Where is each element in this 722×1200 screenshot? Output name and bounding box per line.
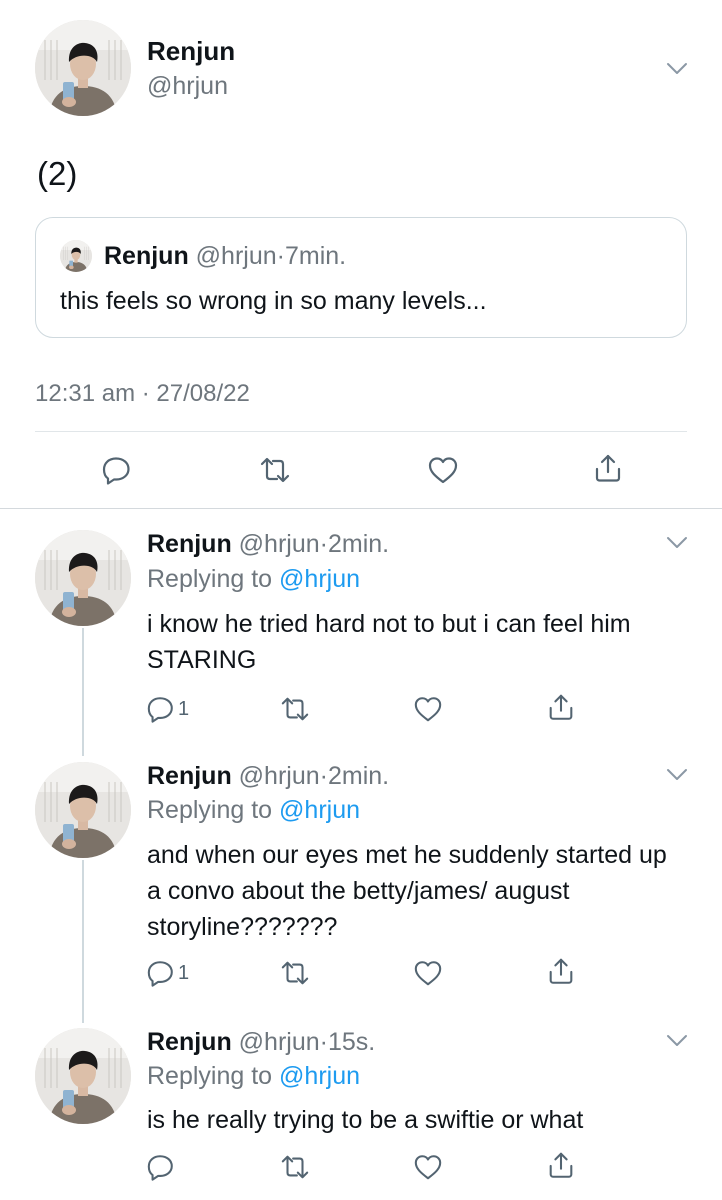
reply-icon bbox=[146, 1152, 176, 1182]
replying-to: Replying to @hrjun bbox=[147, 565, 360, 594]
replying-to: Replying to @hrjun bbox=[147, 796, 360, 825]
divider bbox=[0, 508, 722, 509]
mention-link[interactable]: @hrjun bbox=[279, 1062, 360, 1090]
like-icon bbox=[413, 958, 443, 988]
quoted-tweet[interactable]: Renjun @hrjun·7min. this feels so wrong … bbox=[35, 217, 687, 338]
reply-count: 1 bbox=[178, 961, 190, 984]
avatar[interactable] bbox=[35, 762, 131, 858]
tweet-header: Renjun @hrjun·2min. bbox=[147, 530, 389, 559]
like-icon bbox=[427, 454, 459, 486]
display-name[interactable]: Renjun bbox=[147, 36, 235, 67]
separator: · bbox=[319, 762, 328, 790]
like-button[interactable] bbox=[427, 454, 459, 486]
reply-icon bbox=[146, 958, 176, 988]
retweet-icon bbox=[280, 1152, 310, 1182]
quoted-tweet-text: this feels so wrong in so many levels... bbox=[60, 287, 487, 315]
tweet-time: 2min. bbox=[327, 762, 390, 790]
display-name[interactable]: Renjun bbox=[147, 1028, 232, 1056]
replying-to-label: Replying to bbox=[147, 565, 273, 593]
display-name[interactable]: Renjun bbox=[147, 530, 232, 558]
reply-button[interactable]: 1 bbox=[146, 958, 189, 988]
like-button[interactable] bbox=[413, 958, 443, 988]
retweet-icon bbox=[259, 454, 291, 486]
share-icon bbox=[592, 452, 624, 484]
display-name: Renjun bbox=[104, 242, 189, 270]
action-bar bbox=[0, 448, 722, 492]
tweet-text: i know he tried hard not to but i can fe… bbox=[147, 610, 631, 674]
retweet-button[interactable] bbox=[280, 694, 310, 724]
avatar[interactable] bbox=[35, 530, 131, 626]
thread-line bbox=[82, 860, 84, 1023]
chevron-down-icon[interactable] bbox=[666, 536, 688, 550]
tweet-text: (2) bbox=[37, 155, 78, 192]
tweet-header: Renjun @hrjun·15s. bbox=[147, 1028, 375, 1057]
like-button[interactable] bbox=[413, 694, 443, 724]
quoted-tweet-header: Renjun @hrjun·7min. bbox=[104, 242, 346, 271]
replying-to-label: Replying to bbox=[147, 796, 273, 824]
tweet-time: 15s. bbox=[327, 1028, 376, 1056]
like-icon bbox=[413, 694, 443, 724]
tweet-time: 7min. bbox=[284, 242, 347, 270]
tweet-header: Renjun @hrjun·2min. bbox=[147, 762, 389, 791]
reply-count: 1 bbox=[178, 697, 190, 720]
display-name[interactable]: Renjun bbox=[147, 762, 232, 790]
handle[interactable]: @hrjun bbox=[147, 72, 228, 101]
like-icon bbox=[413, 1152, 443, 1182]
share-icon bbox=[546, 692, 576, 722]
avatar[interactable] bbox=[35, 20, 131, 116]
tweet-time: 2min. bbox=[327, 530, 390, 558]
thread-line bbox=[82, 628, 84, 756]
chevron-down-icon[interactable] bbox=[666, 768, 688, 782]
tweet-timestamp[interactable]: 12:31 am · 27/08/22 bbox=[35, 380, 250, 408]
separator: · bbox=[319, 530, 328, 558]
share-icon bbox=[546, 956, 576, 986]
tweet-text: and when our eyes met he suddenly starte… bbox=[147, 841, 667, 941]
reply-button[interactable] bbox=[146, 1152, 176, 1182]
handle: @hrjun bbox=[195, 242, 277, 270]
reply-icon bbox=[146, 694, 176, 724]
reply-button[interactable]: 1 bbox=[146, 694, 189, 724]
reply-button[interactable] bbox=[101, 454, 133, 486]
divider bbox=[35, 431, 687, 432]
retweet-icon bbox=[280, 694, 310, 724]
share-button[interactable] bbox=[546, 956, 576, 986]
tweet-text: is he really trying to be a swiftie or w… bbox=[147, 1106, 584, 1134]
chevron-down-icon[interactable] bbox=[666, 1034, 688, 1048]
replying-to: Replying to @hrjun bbox=[147, 1062, 360, 1091]
retweet-button[interactable] bbox=[280, 1152, 310, 1182]
separator: · bbox=[276, 242, 285, 270]
replying-to-label: Replying to bbox=[147, 1062, 273, 1090]
retweet-icon bbox=[280, 958, 310, 988]
chevron-down-icon[interactable] bbox=[666, 62, 688, 76]
share-button[interactable] bbox=[546, 1150, 576, 1180]
avatar bbox=[60, 240, 92, 272]
mention-link[interactable]: @hrjun bbox=[279, 565, 360, 593]
share-icon bbox=[546, 1150, 576, 1180]
avatar[interactable] bbox=[35, 1028, 131, 1124]
separator: · bbox=[319, 1028, 328, 1056]
share-button[interactable] bbox=[546, 692, 576, 722]
retweet-button[interactable] bbox=[259, 454, 291, 486]
mention-link[interactable]: @hrjun bbox=[279, 796, 360, 824]
handle[interactable]: @hrjun bbox=[239, 762, 320, 790]
retweet-button[interactable] bbox=[280, 958, 310, 988]
handle[interactable]: @hrjun bbox=[239, 530, 320, 558]
reply-icon bbox=[101, 454, 133, 486]
share-button[interactable] bbox=[592, 452, 624, 484]
handle[interactable]: @hrjun bbox=[239, 1028, 320, 1056]
like-button[interactable] bbox=[413, 1152, 443, 1182]
